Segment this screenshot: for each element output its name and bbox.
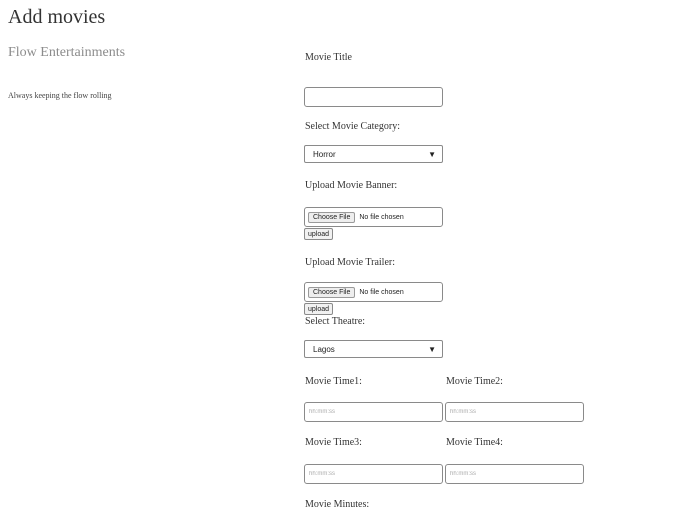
banner-file-status: No file chosen bbox=[359, 213, 404, 221]
brand-name: Flow Entertainments bbox=[8, 45, 126, 60]
category-label: Select Movie Category: bbox=[305, 121, 400, 132]
banner-label: Upload Movie Banner: bbox=[305, 180, 398, 191]
trailer-choose-file-button[interactable]: Choose File bbox=[308, 286, 356, 298]
page-title: Add movies bbox=[8, 6, 106, 28]
time2-label: Movie Time2: bbox=[446, 376, 503, 387]
theatre-selected-value: Lagos bbox=[313, 344, 335, 354]
time4-input[interactable] bbox=[445, 464, 584, 484]
brand-tagline: Always keeping the flow rolling bbox=[8, 91, 112, 100]
trailer-file-input[interactable]: Choose File No file chosen bbox=[304, 282, 443, 302]
banner-upload-button[interactable]: upload bbox=[304, 228, 334, 240]
trailer-file-status: No file chosen bbox=[359, 288, 404, 296]
time4-label: Movie Time4: bbox=[446, 437, 503, 448]
theatre-label: Select Theatre: bbox=[305, 316, 366, 327]
time1-input[interactable] bbox=[304, 402, 443, 422]
banner-choose-file-button[interactable]: Choose File bbox=[308, 211, 356, 223]
category-select[interactable]: Horror ▼ bbox=[304, 145, 443, 163]
trailer-label: Upload Movie Trailer: bbox=[305, 257, 395, 268]
banner-file-input[interactable]: Choose File No file chosen bbox=[304, 207, 443, 227]
trailer-upload-button[interactable]: upload bbox=[304, 303, 334, 315]
minutes-label: Movie Minutes: bbox=[305, 499, 370, 510]
movie-title-label: Movie Title bbox=[305, 52, 352, 63]
movie-title-input[interactable] bbox=[304, 87, 443, 107]
dropdown-arrow-icon: ▼ bbox=[428, 344, 436, 354]
theatre-select[interactable]: Lagos ▼ bbox=[304, 340, 443, 358]
dropdown-arrow-icon: ▼ bbox=[428, 149, 436, 159]
time3-label: Movie Time3: bbox=[305, 437, 362, 448]
time1-label: Movie Time1: bbox=[305, 376, 362, 387]
time3-input[interactable] bbox=[304, 464, 443, 484]
category-selected-value: Horror bbox=[313, 149, 336, 159]
time2-input[interactable] bbox=[445, 402, 584, 422]
